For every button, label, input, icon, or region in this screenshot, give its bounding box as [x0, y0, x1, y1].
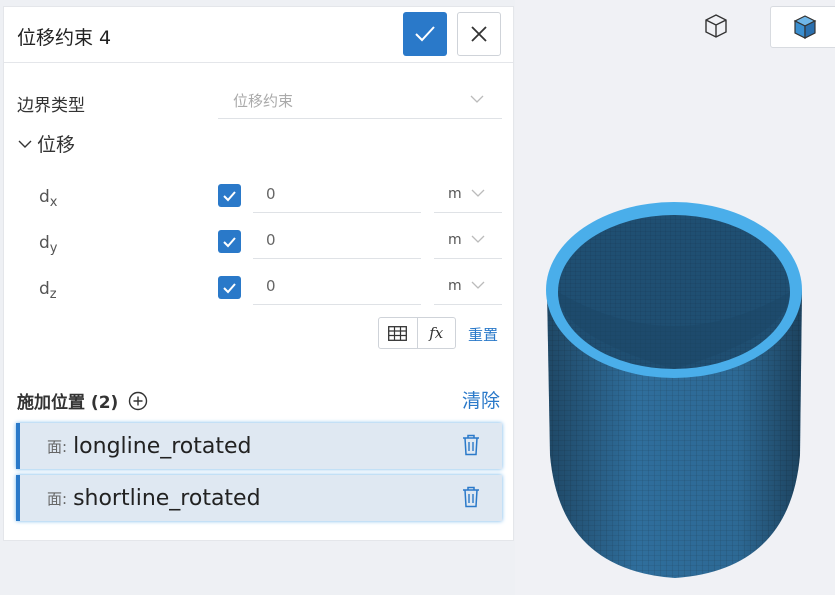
face-name: shortline_rotated: [73, 485, 261, 511]
apply-location-label: 施加位置: [17, 393, 85, 413]
dx-label-main: d: [39, 187, 50, 207]
chevron-down-icon: [471, 235, 485, 243]
3d-viewport[interactable]: [515, 0, 835, 595]
chevron-down-icon: [18, 140, 32, 148]
check-icon: [223, 190, 236, 201]
value-tools: fx: [378, 317, 456, 349]
wireframe-view-button[interactable]: [698, 8, 734, 44]
face-item[interactable]: 面: shortline_rotated: [16, 475, 502, 521]
dx-label-sub: x: [49, 195, 58, 210]
check-icon: [223, 282, 236, 293]
chevron-down-icon: [471, 189, 485, 197]
displacement-section-toggle[interactable]: 位移: [17, 130, 75, 157]
boundary-type-value: 位移约束: [233, 92, 294, 110]
dy-label-main: d: [39, 233, 50, 253]
dx-unit-value: m: [448, 186, 462, 202]
reset-link[interactable]: 重置: [468, 324, 498, 345]
boundary-condition-panel: 位移约束 4 边界类型 位移约束 位移 dx 0 m dy 0 m dz 0 m…: [3, 6, 514, 541]
dz-label: dz: [39, 279, 57, 302]
displacement-section-label: 位移: [37, 134, 76, 156]
dy-unit-select[interactable]: m: [434, 223, 502, 259]
formula-label: fx: [429, 324, 444, 342]
dy-label-sub: y: [49, 241, 58, 256]
face-prefix: 面:: [47, 489, 68, 508]
dz-label-main: d: [39, 279, 50, 299]
dx-unit-select[interactable]: m: [434, 177, 502, 213]
panel-header: 位移约束 4: [4, 7, 513, 63]
dx-checkbox[interactable]: [218, 184, 241, 207]
dy-checkbox[interactable]: [218, 230, 241, 253]
close-button[interactable]: [457, 12, 501, 56]
table-button[interactable]: [379, 318, 417, 348]
apply-location-header: 施加位置 (2): [17, 388, 148, 413]
dx-input[interactable]: 0: [253, 177, 421, 213]
solid-view-button[interactable]: [770, 6, 835, 48]
boundary-type-label: 边界类型: [17, 96, 85, 116]
apply-location-count: (2): [90, 393, 119, 413]
dy-label: dy: [39, 233, 58, 256]
check-icon: [223, 236, 236, 247]
solid-cube-icon: [793, 15, 817, 39]
face-item[interactable]: 面: longline_rotated: [16, 423, 502, 469]
dz-input[interactable]: 0: [253, 269, 421, 305]
cup-model[interactable]: [540, 195, 810, 585]
table-icon: [388, 325, 408, 341]
check-icon: [415, 26, 435, 42]
clear-link[interactable]: 清除: [462, 386, 500, 413]
dy-unit-value: m: [448, 232, 462, 248]
confirm-button[interactable]: [403, 12, 447, 56]
dz-unit-select[interactable]: m: [434, 269, 502, 305]
dz-unit-value: m: [448, 278, 462, 294]
dx-label: dx: [39, 187, 58, 210]
add-circle-icon[interactable]: [128, 391, 148, 411]
chevron-down-icon: [471, 281, 485, 289]
face-name: longline_rotated: [73, 433, 252, 459]
trash-icon[interactable]: [462, 434, 480, 456]
face-prefix: 面:: [47, 437, 68, 456]
chevron-down-icon: [470, 95, 484, 103]
boundary-type-select[interactable]: 位移约束: [218, 81, 502, 119]
wireframe-cube-icon: [705, 14, 727, 38]
dy-input[interactable]: 0: [253, 223, 421, 259]
close-icon: [471, 26, 487, 42]
panel-title: 位移约束 4: [17, 27, 112, 49]
trash-icon[interactable]: [462, 486, 480, 508]
dz-label-sub: z: [49, 287, 57, 302]
dz-checkbox[interactable]: [218, 276, 241, 299]
formula-button[interactable]: fx: [416, 318, 456, 348]
